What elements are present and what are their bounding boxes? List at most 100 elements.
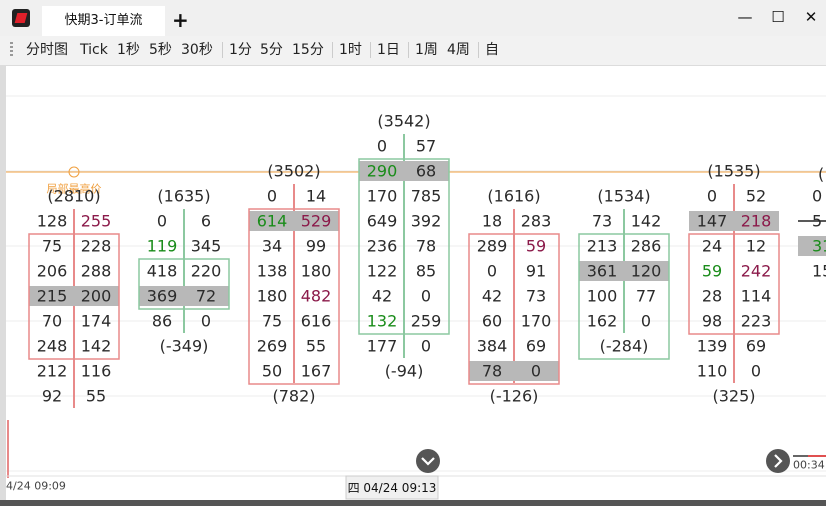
- tab-order-flow[interactable]: 快期3-订单流: [42, 6, 165, 36]
- ask-volume: 180: [301, 262, 332, 281]
- bid-volume: 75: [262, 312, 282, 331]
- partial-bid-volume: 5: [812, 212, 822, 231]
- bid-volume: 24: [702, 237, 722, 256]
- bid-volume: 18: [482, 212, 502, 231]
- bar-total-volume: (1616): [487, 187, 540, 206]
- ask-volume: 120: [631, 262, 662, 281]
- scroll-down-button[interactable]: [416, 449, 440, 473]
- ask-volume: 59: [526, 237, 546, 256]
- bid-volume: 128: [37, 212, 68, 231]
- order-flow-chart[interactable]: 局部最高价128 25575 228206 288215 20070 174248 1422…: [0, 66, 826, 506]
- ask-volume: 142: [81, 337, 112, 356]
- bid-volume: 0: [487, 262, 497, 281]
- ask-volume: 52: [746, 187, 766, 206]
- scroll-right-button[interactable]: [766, 449, 790, 473]
- ask-volume: 99: [306, 237, 326, 256]
- ask-volume: 255: [81, 212, 112, 231]
- bid-volume: 269: [257, 337, 288, 356]
- app-logo-icon: [12, 9, 30, 27]
- toolbar-divider: [222, 42, 223, 58]
- bid-volume: 100: [587, 287, 618, 306]
- maximize-button[interactable]: ☐: [767, 6, 789, 28]
- period-4w[interactable]: 4周: [447, 40, 470, 60]
- bar-delta: (-284): [600, 337, 649, 356]
- ask-volume: 200: [81, 287, 112, 306]
- bid-volume: 86: [152, 312, 172, 331]
- toolbar-grip-icon[interactable]: [10, 42, 13, 58]
- ask-volume: 0: [201, 312, 211, 331]
- period-tick[interactable]: Tick: [80, 40, 108, 60]
- bottom-border: [0, 500, 826, 506]
- ask-volume: 392: [411, 212, 442, 231]
- bar-delta: (-126): [490, 387, 539, 406]
- time-label-right: 00:34: [793, 459, 825, 472]
- ask-volume: 218: [741, 212, 772, 231]
- period-15m[interactable]: 15分: [292, 40, 324, 60]
- period-30s[interactable]: 30秒: [181, 40, 213, 60]
- bid-volume: 60: [482, 312, 502, 331]
- period-toolbar: 分时图 Tick 1秒 5秒 30秒 1分 5分 15分 1时 1日 1周 4周…: [0, 36, 826, 66]
- ask-volume: 283: [521, 212, 552, 231]
- ask-volume: 220: [191, 262, 222, 281]
- ask-volume: 68: [416, 162, 436, 181]
- bid-volume: 180: [257, 287, 288, 306]
- period-custom[interactable]: 自: [485, 40, 499, 60]
- bar-delta: (-349): [160, 337, 209, 356]
- bid-volume: 139: [697, 337, 728, 356]
- bar-total-volume: (1535): [707, 162, 760, 181]
- ask-volume: 482: [301, 287, 332, 306]
- bar-delta: (782): [272, 387, 315, 406]
- ask-volume: 288: [81, 262, 112, 281]
- ask-volume: 242: [741, 262, 772, 281]
- bid-volume: 649: [367, 212, 398, 231]
- ask-volume: 616: [301, 312, 332, 331]
- partial-bid-volume: 0: [812, 187, 822, 206]
- period-5m[interactable]: 5分: [260, 40, 283, 60]
- ask-volume: 78: [416, 237, 436, 256]
- bid-volume: 614: [257, 212, 288, 231]
- ask-volume: 0: [421, 337, 431, 356]
- bid-volume: 170: [367, 187, 398, 206]
- toolbar-divider: [478, 42, 479, 58]
- bid-volume: 42: [372, 287, 392, 306]
- bid-volume: 212: [37, 362, 68, 381]
- bid-volume: 290: [367, 162, 398, 181]
- period-intraday[interactable]: 分时图: [26, 40, 68, 60]
- ask-volume: 170: [521, 312, 552, 331]
- ask-volume: 69: [746, 337, 766, 356]
- bar-total-volume: (3502): [267, 162, 320, 181]
- ask-volume: 57: [416, 137, 436, 156]
- bid-volume: 0: [707, 187, 717, 206]
- period-1w[interactable]: 1周: [415, 40, 438, 60]
- period-1d[interactable]: 1日: [377, 40, 400, 60]
- partial-bid-volume: 31: [812, 237, 826, 256]
- add-tab-button[interactable]: +: [172, 8, 189, 32]
- bid-volume: 177: [367, 337, 398, 356]
- ask-volume: 0: [641, 312, 651, 331]
- period-1m[interactable]: 1分: [229, 40, 252, 60]
- minimize-button[interactable]: —: [734, 6, 756, 28]
- bid-volume: 206: [37, 262, 68, 281]
- ask-volume: 345: [191, 237, 222, 256]
- bid-volume: 162: [587, 312, 618, 331]
- toolbar-divider: [408, 42, 409, 58]
- period-1h[interactable]: 1时: [339, 40, 362, 60]
- bid-volume: 0: [157, 212, 167, 231]
- bid-volume: 0: [377, 137, 387, 156]
- close-button[interactable]: ✕: [800, 6, 822, 28]
- period-5s[interactable]: 5秒: [149, 40, 172, 60]
- ask-volume: 223: [741, 312, 772, 331]
- ask-volume: 91: [526, 262, 546, 281]
- bar-total-volume: (1534): [597, 187, 650, 206]
- bid-volume: 122: [367, 262, 398, 281]
- bar-delta: (325): [712, 387, 755, 406]
- bid-volume: 138: [257, 262, 288, 281]
- bid-volume: 132: [367, 312, 398, 331]
- ask-volume: 14: [306, 187, 326, 206]
- ask-volume: 6: [201, 212, 211, 231]
- bid-volume: 110: [697, 362, 728, 381]
- ask-volume: 12: [746, 237, 766, 256]
- ask-volume: 0: [531, 362, 541, 381]
- ask-volume: 69: [526, 337, 546, 356]
- period-1s[interactable]: 1秒: [117, 40, 140, 60]
